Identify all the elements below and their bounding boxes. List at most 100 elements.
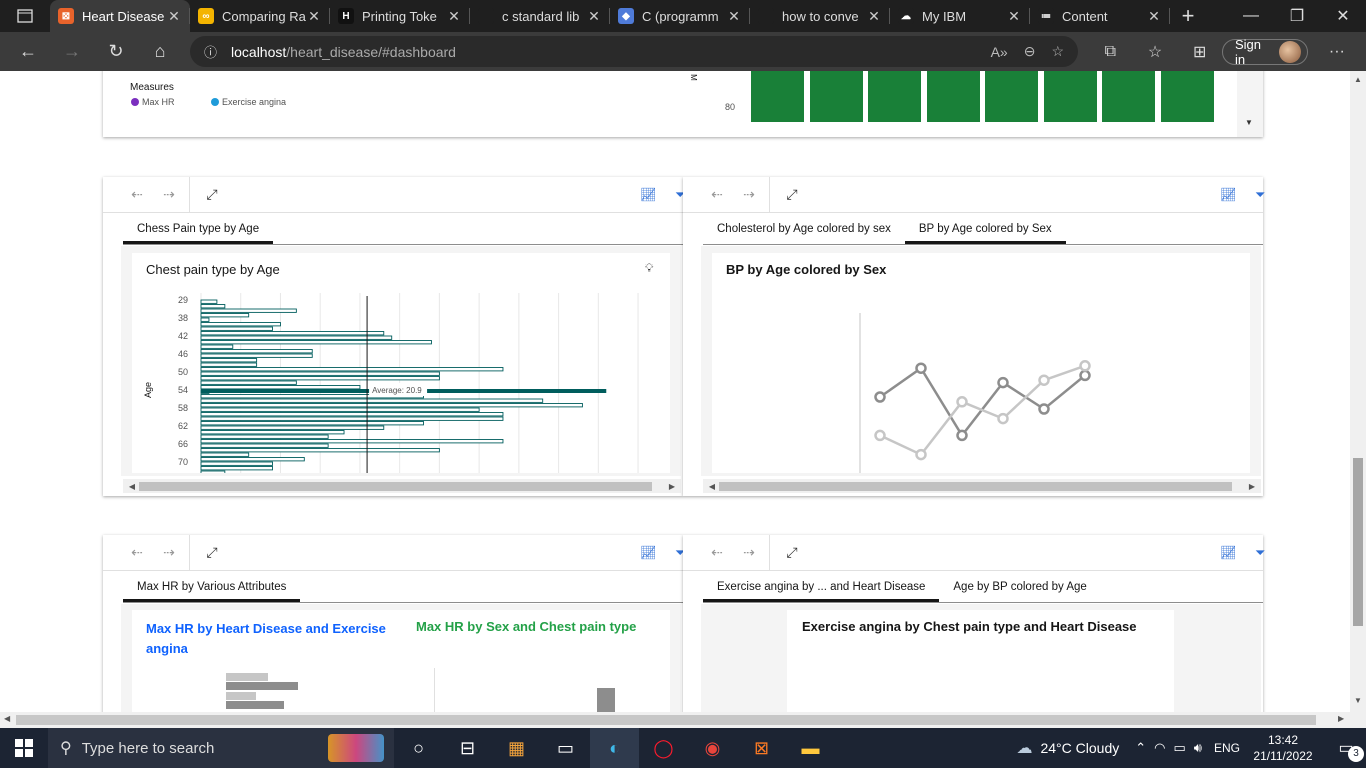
undo-icon[interactable]: ⇠ [121, 544, 153, 561]
undo-icon[interactable]: ⇠ [701, 186, 733, 203]
close-tab-icon[interactable]: ✕ [866, 8, 882, 25]
panel-scrollbar[interactable]: ▼ [1237, 71, 1263, 137]
chart-hscrollbar[interactable]: ◀ ▶ [123, 479, 681, 493]
close-tab-icon[interactable]: ✕ [306, 8, 322, 25]
battery-icon[interactable]: ▭ [1173, 740, 1185, 756]
xampp-icon[interactable]: ⊠ [737, 728, 786, 768]
start-button[interactable] [0, 728, 48, 768]
info-icon[interactable]: ⓘ [204, 42, 217, 61]
volume-icon[interactable]: 🔊︎ [1194, 740, 1202, 756]
scroll-right-icon[interactable]: ▶ [663, 482, 681, 491]
top-chart-bar[interactable] [751, 71, 804, 122]
top-chart-bar[interactable] [985, 71, 1038, 122]
zoom-out-icon[interactable]: ⊖ [1024, 43, 1036, 60]
restore-icon[interactable]: ❐ [1274, 0, 1320, 32]
close-tab-icon[interactable]: ✕ [1146, 8, 1162, 25]
task-view-icon[interactable]: ⊟ [443, 728, 492, 768]
browser-tab[interactable]: H Printing Toke ✕ [330, 0, 470, 32]
tab-exercise-angina[interactable]: Exercise angina by ... and Heart Disease [703, 571, 940, 602]
undo-icon[interactable]: ⇠ [121, 186, 153, 203]
page-vertical-scrollbar[interactable]: ▲ ▼ [1350, 71, 1366, 712]
scroll-thumb[interactable] [139, 482, 652, 491]
expand-icon[interactable]: ⤢ [776, 544, 808, 561]
undo-icon[interactable]: ⇠ [701, 544, 733, 561]
top-chart-bar[interactable] [809, 71, 863, 122]
top-chart-bar[interactable] [1043, 71, 1097, 122]
extensions-icon[interactable]: ⧉ [1088, 43, 1133, 61]
scroll-right-icon[interactable]: ▶ [1243, 482, 1261, 491]
address-bar[interactable]: ⓘ localhost/heart_disease/#dashboard A» … [190, 36, 1078, 67]
forward-icon[interactable]: → [50, 32, 94, 71]
network-icon[interactable]: ◠ [1154, 740, 1165, 756]
collections-icon[interactable]: ⊞ [1177, 42, 1222, 62]
scroll-down-icon[interactable]: ▼ [1245, 118, 1253, 127]
redo-icon[interactable]: ⇢ [153, 186, 185, 203]
file-explorer-icon[interactable]: ▬ [786, 728, 835, 768]
close-window-icon[interactable]: ✕ [1320, 0, 1366, 32]
tab-chest-pain[interactable]: Chess Pain type by Age [123, 213, 274, 244]
browser-tab[interactable]: ≔ Content ✕ [1030, 0, 1170, 32]
expand-icon[interactable]: ⤢ [196, 186, 228, 203]
close-tab-icon[interactable]: ✕ [1006, 8, 1022, 25]
window-menu-icon[interactable] [0, 0, 50, 32]
read-aloud-icon[interactable]: A» [991, 44, 1008, 60]
sign-in-button[interactable]: Sign in [1221, 37, 1308, 67]
close-tab-icon[interactable]: ✕ [446, 8, 462, 25]
chart-icon[interactable]: 📈︎ [1220, 187, 1237, 203]
tab-cholesterol[interactable]: Cholesterol by Age colored by sex [703, 213, 905, 244]
opera-icon[interactable]: ◯ [639, 728, 688, 768]
taskbar-search-box[interactable]: ⚲ Type here to search [48, 728, 394, 768]
chart-hscrollbar[interactable]: ◀ ▶ [703, 479, 1261, 493]
page-horizontal-scrollbar[interactable]: ◀ ▶ [0, 712, 1350, 728]
back-icon[interactable]: ← [6, 32, 50, 71]
refresh-icon[interactable]: ↻ [94, 32, 138, 71]
notification-icon[interactable]: ▭ 3 [1326, 738, 1366, 762]
scroll-thumb[interactable] [1353, 458, 1363, 626]
close-tab-icon[interactable]: ✕ [166, 8, 182, 25]
close-tab-icon[interactable]: ✕ [726, 8, 742, 25]
tab-bp[interactable]: BP by Age colored by Sex [904, 213, 1066, 244]
edge-icon[interactable]: ◐ [590, 728, 639, 768]
chart-icon[interactable]: 📈︎ [640, 187, 657, 203]
redo-icon[interactable]: ⇢ [733, 186, 765, 203]
chart-icon[interactable]: 📈︎ [640, 545, 657, 561]
add-favorite-icon[interactable]: ☆ [1051, 43, 1064, 60]
scroll-down-icon[interactable]: ▼ [1350, 696, 1366, 705]
scroll-thumb[interactable] [719, 482, 1232, 491]
top-chart-bar[interactable] [868, 71, 921, 122]
scroll-thumb[interactable] [16, 715, 1316, 725]
top-chart-bar[interactable] [1160, 71, 1214, 122]
tab-max-hr[interactable]: Max HR by Various Attributes [123, 571, 301, 602]
expand-icon[interactable]: ⤢ [196, 544, 228, 561]
browser-tab[interactable]: ∞ Comparing Ra ✕ [190, 0, 330, 32]
top-chart-bar[interactable] [926, 71, 980, 122]
minimize-icon[interactable]: — [1228, 0, 1274, 32]
redo-icon[interactable]: ⇢ [153, 544, 185, 561]
new-tab-button[interactable]: + [1170, 3, 1206, 29]
language-indicator[interactable]: ENG [1214, 741, 1240, 755]
browser-tab[interactable]: how to conve ✕ [750, 0, 890, 32]
more-menu-icon[interactable]: ··· [1308, 43, 1366, 61]
cortana-icon[interactable]: ○ [394, 728, 443, 768]
chevron-up-icon[interactable]: ⌃ [1135, 740, 1146, 756]
expand-icon[interactable]: ⤢ [776, 186, 808, 203]
chart-icon[interactable]: 📈︎ [1220, 545, 1237, 561]
tab-age-by-bp[interactable]: Age by BP colored by Age [939, 571, 1100, 602]
chrome-icon[interactable]: ◉ [688, 728, 737, 768]
browser-tab[interactable]: c standard lib ✕ [470, 0, 610, 32]
scroll-right-icon[interactable]: ▶ [1338, 714, 1344, 723]
browser-tab[interactable]: ◆ C (programm ✕ [610, 0, 750, 32]
browser-tab[interactable]: ☁ My IBM ✕ [890, 0, 1030, 32]
terminal-icon[interactable]: ▭ [541, 728, 590, 768]
weather-text[interactable]: 24°C Cloudy [1040, 740, 1119, 756]
store-icon[interactable]: ▦ [492, 728, 541, 768]
top-chart-bar[interactable] [1102, 71, 1155, 122]
close-tab-icon[interactable]: ✕ [586, 8, 602, 25]
scroll-left-icon[interactable]: ◀ [4, 714, 10, 723]
home-icon[interactable]: ⌂ [138, 32, 182, 71]
favorites-icon[interactable]: ☆ [1133, 42, 1178, 62]
filter-icon[interactable]: ⏷ [1255, 545, 1265, 561]
redo-icon[interactable]: ⇢ [733, 544, 765, 561]
filter-icon[interactable]: ⏷ [1255, 187, 1265, 203]
browser-tab[interactable]: ⊠ Heart Disease ✕ [50, 0, 190, 32]
